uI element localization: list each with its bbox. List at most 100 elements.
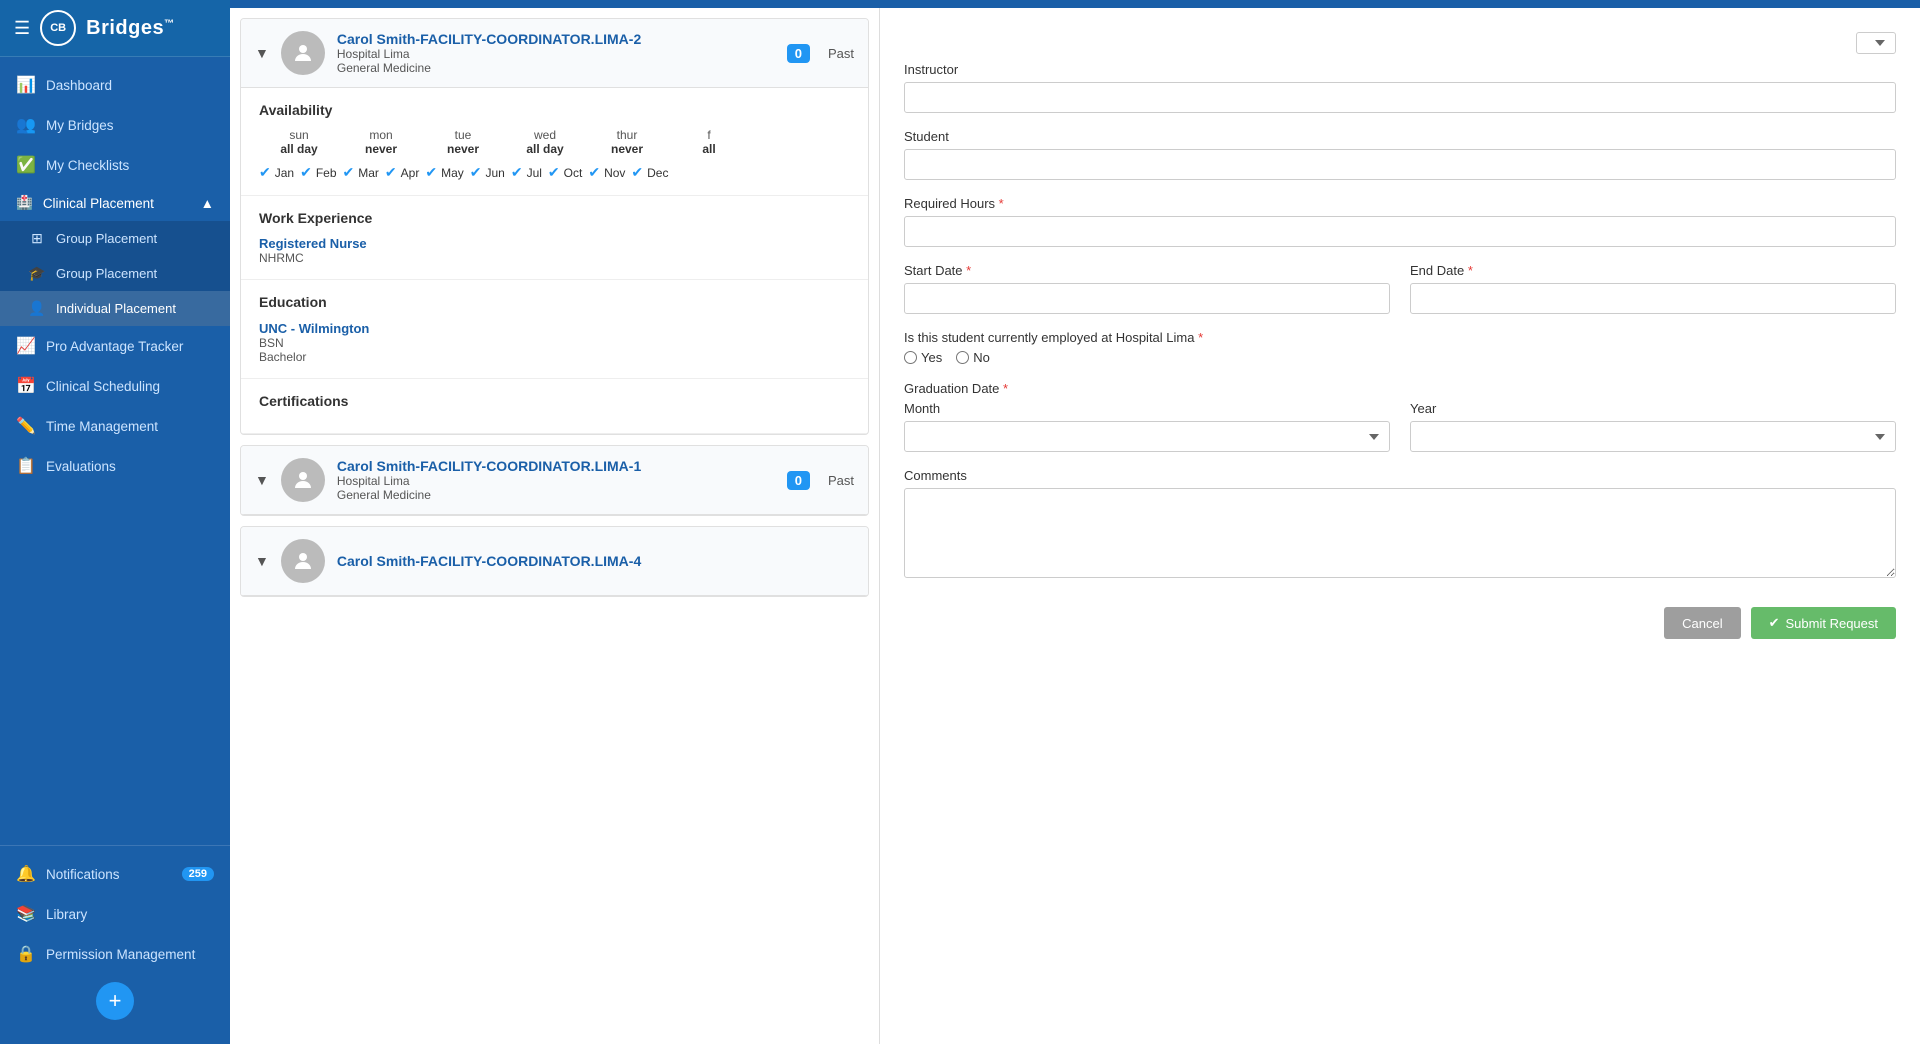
sidebar-item-notifications[interactable]: 🔔 Notifications 259 <box>0 854 230 894</box>
chevron-down-icon-3[interactable]: ▼ <box>255 553 269 569</box>
student-info-2: Carol Smith-FACILITY-COORDINATOR.LIMA-1 … <box>337 458 775 502</box>
sidebar-item-group-placement-2[interactable]: 🎓 Group Placement <box>0 256 230 291</box>
add-button-wrap: + <box>0 974 230 1028</box>
end-date-col: End Date * <box>1410 263 1896 314</box>
student-info-3: Carol Smith-FACILITY-COORDINATOR.LIMA-4 <box>337 553 854 569</box>
sidebar-item-pro-advantage[interactable]: 📈 Pro Advantage Tracker <box>0 326 230 366</box>
employed-label: Is this student currently employed at Ho… <box>904 330 1896 345</box>
sidebar-bottom: 🔔 Notifications 259 📚 Library 🔒 Permissi… <box>0 845 230 1044</box>
cancel-button[interactable]: Cancel <box>1664 607 1740 639</box>
chevron-down-icon-1[interactable]: ▼ <box>255 45 269 61</box>
notifications-badge: 259 <box>182 867 214 881</box>
instructor-row: Instructor <box>904 62 1896 113</box>
form-actions: Cancel ✔ Submit Request <box>904 597 1896 639</box>
month-mar: ✔Mar <box>343 164 379 181</box>
day-wed: wed all day <box>505 128 585 156</box>
instructor-label: Instructor <box>904 62 1896 77</box>
sidebar-item-clinical-scheduling[interactable]: 📅 Clinical Scheduling <box>0 366 230 406</box>
start-date-input[interactable] <box>904 283 1390 314</box>
month-select[interactable]: JanuaryFebruaryMarch AprilMayJune JulyAu… <box>904 421 1390 452</box>
sidebar-nav: 📊 Dashboard 👥 My Bridges ✅ My Checklists… <box>0 57 230 845</box>
comments-textarea[interactable] <box>904 488 1896 578</box>
clinical-placement-submenu: ⊞ Group Placement 🎓 Group Placement 👤 In… <box>0 221 230 326</box>
sidebar-group-clinical-placement[interactable]: 🏥 Clinical Placement ▲ <box>0 185 230 221</box>
sidebar-item-dashboard[interactable]: 📊 Dashboard <box>0 65 230 105</box>
student-dept-1: General Medicine <box>337 61 775 75</box>
sidebar-item-time-management[interactable]: ✏️ Time Management <box>0 406 230 446</box>
day-mon: mon never <box>341 128 421 156</box>
clinical-scheduling-icon: 📅 <box>16 376 36 396</box>
student-hospital-2: Hospital Lima <box>337 474 775 488</box>
student-name-3: Carol Smith-FACILITY-COORDINATOR.LIMA-4 <box>337 553 854 569</box>
employed-no-radio[interactable] <box>956 351 969 364</box>
sidebar-item-permission-management[interactable]: 🔒 Permission Management <box>0 934 230 974</box>
permission-management-icon: 🔒 <box>16 944 36 964</box>
employed-no-label[interactable]: No <box>956 350 990 365</box>
certifications-title: Certifications <box>259 393 850 409</box>
required-hours-label: Required Hours * <box>904 196 1896 211</box>
individual-placement-icon: 👤 <box>28 300 46 317</box>
past-label-2: Past <box>828 473 854 488</box>
content-area: ▼ Carol Smith-FACILITY-COORDINATOR.LIMA-… <box>230 8 1920 1044</box>
form-panel: Instructor Student Required Hours * Sta <box>880 8 1920 1044</box>
employed-radio-group: Yes No <box>904 350 1896 365</box>
comments-row: Comments <box>904 468 1896 581</box>
student-card-1: ▼ Carol Smith-FACILITY-COORDINATOR.LIMA-… <box>240 18 869 435</box>
month-may: ✔May <box>425 164 463 181</box>
employed-row: Is this student currently employed at Ho… <box>904 330 1896 365</box>
month-feb: ✔Feb <box>300 164 336 181</box>
sidebar-item-library[interactable]: 📚 Library <box>0 894 230 934</box>
group-placement-2-icon: 🎓 <box>28 265 46 282</box>
submit-button[interactable]: ✔ Submit Request <box>1751 607 1896 639</box>
sidebar-item-my-bridges[interactable]: 👥 My Bridges <box>0 105 230 145</box>
day-tue: tue never <box>423 128 503 156</box>
instructor-input[interactable] <box>904 82 1896 113</box>
hamburger-icon[interactable]: ☰ <box>14 18 30 39</box>
employed-yes-radio[interactable] <box>904 351 917 364</box>
date-row: Start Date * End Date * <box>904 263 1896 314</box>
work-experience-title: Work Experience <box>259 210 850 226</box>
edu-school: UNC - Wilmington <box>259 321 369 336</box>
main-content: ▼ Carol Smith-FACILITY-COORDINATOR.LIMA-… <box>230 0 1920 1044</box>
edu-type: Bachelor <box>259 350 850 364</box>
add-button[interactable]: + <box>96 982 134 1020</box>
student-card-2: ▼ Carol Smith-FACILITY-COORDINATOR.LIMA-… <box>240 445 869 516</box>
student-card-header-2: ▼ Carol Smith-FACILITY-COORDINATOR.LIMA-… <box>241 446 868 515</box>
student-card-header-3: ▼ Carol Smith-FACILITY-COORDINATOR.LIMA-… <box>241 527 868 596</box>
required-hours-input[interactable] <box>904 216 1896 247</box>
my-checklists-icon: ✅ <box>16 155 36 175</box>
availability-title: Availability <box>259 102 850 118</box>
sidebar-item-evaluations[interactable]: 📋 Evaluations <box>0 446 230 486</box>
end-date-input[interactable] <box>1410 283 1896 314</box>
student-input[interactable] <box>904 149 1896 180</box>
evaluations-icon: 📋 <box>16 456 36 476</box>
count-badge-1: 0 <box>787 44 810 63</box>
time-management-icon: ✏️ <box>16 416 36 436</box>
clinical-placement-icon: 🏥 <box>16 195 33 211</box>
form-top-select[interactable] <box>1856 32 1896 54</box>
avatar-3 <box>281 539 325 583</box>
year-select[interactable]: 202020212022 202320242025 <box>1410 421 1896 452</box>
comments-label: Comments <box>904 468 1896 483</box>
employed-yes-label[interactable]: Yes <box>904 350 942 365</box>
student-card-header-1: ▼ Carol Smith-FACILITY-COORDINATOR.LIMA-… <box>241 19 868 88</box>
count-badge-2: 0 <box>787 471 810 490</box>
student-info-1: Carol Smith-FACILITY-COORDINATOR.LIMA-2 … <box>337 31 775 75</box>
student-list-panel: ▼ Carol Smith-FACILITY-COORDINATOR.LIMA-… <box>230 8 880 1044</box>
work-org: NHRMC <box>259 251 850 265</box>
chevron-down-icon-2[interactable]: ▼ <box>255 472 269 488</box>
submit-check-icon: ✔ <box>1769 615 1780 631</box>
avatar-1 <box>281 31 325 75</box>
day-thur: thur never <box>587 128 667 156</box>
notifications-icon: 🔔 <box>16 864 36 884</box>
sidebar-item-my-checklists[interactable]: ✅ My Checklists <box>0 145 230 185</box>
student-hospital-1: Hospital Lima <box>337 47 775 61</box>
pro-advantage-icon: 📈 <box>16 336 36 356</box>
sidebar-item-individual-placement[interactable]: 👤 Individual Placement <box>0 291 230 326</box>
dashboard-icon: 📊 <box>16 75 36 95</box>
availability-section: Availability sun all day mon never tue n <box>241 88 868 196</box>
sidebar-item-group-placement-1[interactable]: ⊞ Group Placement <box>0 221 230 256</box>
months-grid: ✔Jan ✔Feb ✔Mar ✔Apr ✔May ✔Jun ✔Jul ✔Oct … <box>259 164 850 181</box>
form-top-dropdown-row <box>904 28 1896 62</box>
my-bridges-icon: 👥 <box>16 115 36 135</box>
